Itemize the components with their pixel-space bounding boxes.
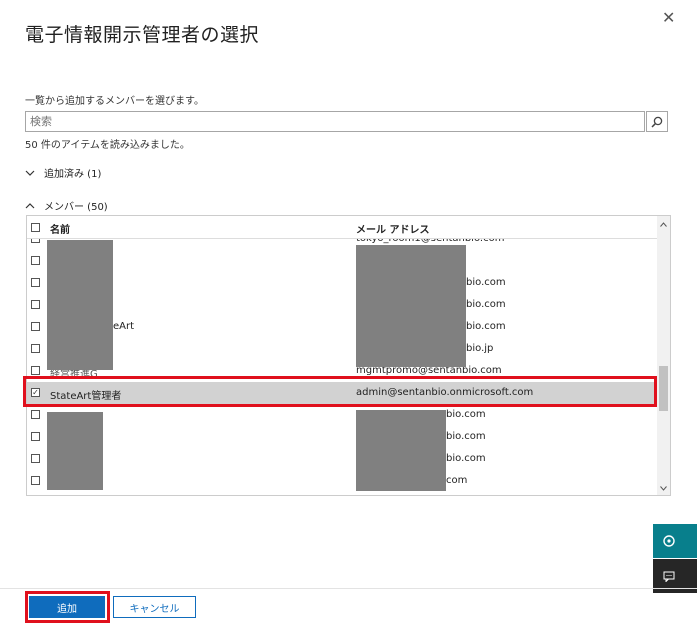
chevron-up-icon [25,202,35,208]
row-email: admin@sentanbio.onmicrosoft.com [356,387,534,398]
row-email: com [446,475,468,486]
search-icon [651,116,663,128]
row-email: bio.jp [466,343,494,354]
row-checkbox[interactable] [31,454,40,463]
row-checkbox[interactable] [31,476,40,485]
row-checkbox[interactable] [31,410,40,419]
table-row[interactable]: eArt bio.com [27,316,657,338]
row-checkbox[interactable] [31,300,40,309]
table-scrollbar[interactable] [657,216,670,495]
footer-divider [0,588,697,589]
table-row[interactable]: bio.jp [27,338,657,360]
added-section-label: 追加済み (1) [44,169,102,180]
row-checkbox[interactable] [31,432,40,441]
table-row[interactable]: bio.com [27,294,657,316]
row-email: bio.com [466,277,506,288]
table-row[interactable]: 経営推進G mgmtpromo@sentanbio.com [27,360,657,382]
added-section-toggle[interactable]: 追加済み (1) [25,165,101,180]
redaction-block [356,410,446,491]
table-header: 名前 メール アドレス [27,216,657,239]
members-section-toggle[interactable]: メンバー (50) [25,198,108,213]
chevron-down-icon [25,170,35,176]
table-row[interactable]: bio.com [27,272,657,294]
close-icon[interactable]: ✕ [662,10,675,26]
row-name: StateArt管理者 [50,391,122,402]
table-row-selected[interactable]: ✓ StateArt管理者 admin@sentanbio.onmicrosof… [27,382,657,404]
column-header-email: メール アドレス [356,225,430,236]
table-row[interactable]: bio.com [27,426,657,448]
members-table: 名前 メール アドレス tokyo_room1@sentanbio.com bi… [26,215,671,496]
add-button[interactable]: 追加 [29,596,105,618]
row-checkbox[interactable] [31,366,40,375]
scroll-down-icon[interactable] [660,486,667,491]
redaction-block [356,245,466,367]
instruction-text: 一覧から追加するメンバーを選びます。 [25,96,204,107]
redaction-block [47,240,113,370]
row-email: bio.com [446,453,486,464]
row-name: eArt [113,321,135,332]
scrollbar-thumb[interactable] [659,366,668,411]
members-section-label: メンバー (50) [44,202,108,213]
row-email: bio.com [466,321,506,332]
row-email: bio.com [446,409,486,420]
row-email: bio.com [466,299,506,310]
row-checkbox-checked[interactable]: ✓ [31,388,40,397]
column-header-name: 名前 [50,225,70,236]
items-loaded-text: 50 件のアイテムを読み込みました。 [25,140,190,151]
table-row[interactable]: com [27,470,657,492]
table-row[interactable]: bio.com [27,448,657,470]
row-checkbox[interactable] [31,278,40,287]
row-checkbox[interactable] [31,256,40,265]
dialog-title: 電子情報開示管理者の選択 [25,24,260,46]
cancel-button[interactable]: キャンセル [113,596,196,618]
table-row[interactable] [27,250,657,272]
search-button[interactable] [646,111,668,132]
row-checkbox[interactable] [31,344,40,353]
help-icon [663,535,675,547]
table-row[interactable]: bio.com [27,404,657,426]
row-checkbox[interactable] [31,322,40,331]
row-email: bio.com [446,431,486,442]
select-all-checkbox[interactable] [31,223,40,232]
chat-icon [663,571,675,582]
scroll-up-icon[interactable] [660,222,667,227]
redaction-block [47,412,103,490]
help-button[interactable] [653,524,697,558]
search-input[interactable] [25,111,645,132]
